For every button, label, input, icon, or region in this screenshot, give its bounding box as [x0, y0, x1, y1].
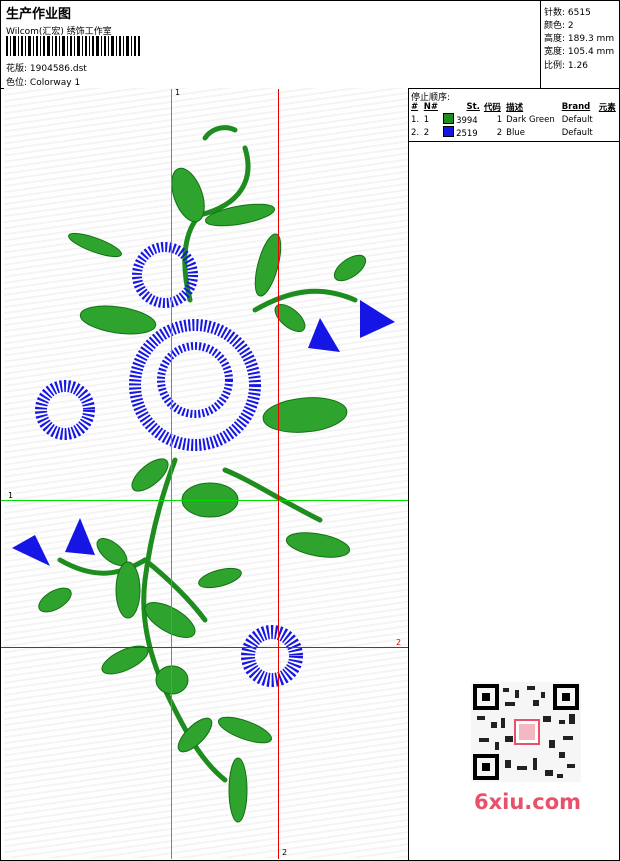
design-label: 花版:	[6, 64, 28, 74]
col-element: 元素	[598, 103, 616, 113]
row-index: 2.	[411, 127, 420, 138]
guide-label-green-v: 1	[175, 88, 181, 97]
embroidery-design	[12, 125, 395, 823]
design-file: 1904586.dst	[29, 64, 87, 74]
col-st: St.	[466, 102, 480, 112]
col-brand: Brand	[561, 102, 591, 112]
row-brand: Default	[561, 114, 593, 125]
stat-stitches: 针数: 6515	[544, 8, 591, 18]
row-n: 2	[423, 127, 430, 138]
row-brand: Default	[561, 127, 593, 138]
colorway-label: 色位:	[6, 78, 28, 88]
guide-label-red-v: 2	[282, 848, 288, 857]
row-code: 2	[496, 127, 503, 138]
thread-table-header: # N# St. 代码 描述 Brand 元素	[409, 101, 619, 113]
thread-table: # N# St. 代码 描述 Brand 元素 1. 1 3994 1 Dark…	[409, 101, 619, 139]
row-element	[597, 113, 619, 126]
color-swatch	[443, 126, 455, 137]
qr-code-icon	[471, 682, 581, 782]
guide-green-vertical	[171, 89, 172, 859]
table-row: 1. 1 3994 1 Dark Green Default	[409, 113, 619, 126]
page-title: 生产作业图	[6, 7, 72, 22]
color-swatch	[443, 113, 455, 124]
green-leaves	[38, 167, 367, 823]
row-element	[597, 126, 619, 139]
row-desc: Dark Green	[506, 114, 555, 125]
watermark-text: 6xiu.com	[474, 790, 582, 814]
guide-green-horizontal	[1, 500, 408, 501]
guide-label-green-h: 1	[8, 491, 14, 500]
stat-height: 高度: 189.3 mm	[544, 34, 615, 44]
table-row: 2. 2 2519 2 Blue Default	[409, 126, 619, 139]
colorway-value: Colorway 1	[29, 78, 81, 88]
col-index: #	[411, 102, 419, 112]
green-stems	[57, 125, 358, 783]
col-code: 代码	[483, 103, 501, 113]
stat-width: 宽度: 105.4 mm	[544, 47, 615, 57]
guide-red-horizontal	[1, 647, 408, 648]
design-file-row: 花版: 1904586.dst	[6, 61, 87, 74]
guide-label-red-h: 2	[396, 638, 402, 647]
row-desc: Blue	[506, 127, 525, 138]
row-n: 1	[423, 114, 430, 125]
row-st: 3994	[441, 113, 482, 126]
stat-scale: 比例: 1.26	[544, 61, 588, 71]
row-code: 1	[496, 114, 503, 125]
colorway-row: 色位: Colorway 1	[6, 75, 80, 88]
row-st: 2519	[441, 126, 482, 139]
stat-colors: 颜色: 2	[544, 21, 574, 31]
guide-red-vertical	[278, 89, 279, 859]
barcode-icon	[6, 36, 140, 56]
col-desc: 描述	[506, 103, 524, 113]
col-n: N#	[423, 102, 439, 112]
row-index: 1.	[411, 114, 420, 125]
